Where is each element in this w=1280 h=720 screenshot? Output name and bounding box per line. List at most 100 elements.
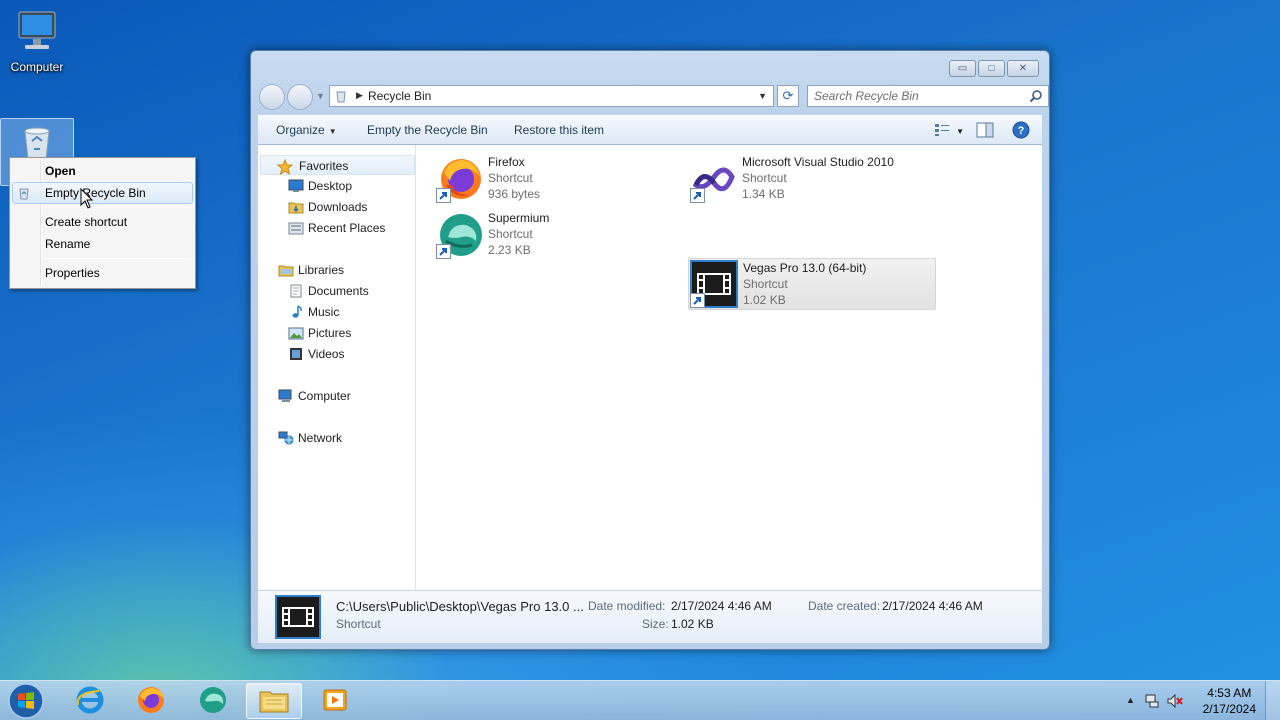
pictures-icon <box>288 326 304 346</box>
details-size-label: Size: <box>642 617 669 631</box>
search-icon[interactable] <box>1029 89 1043 106</box>
details-modified-label: Date modified: <box>588 599 666 613</box>
menu-item-rename[interactable]: Rename <box>12 233 193 255</box>
volume-muted-icon[interactable] <box>1166 693 1184 712</box>
menu-item-empty-recycle-bin[interactable]: Empty Recycle Bin <box>12 182 193 204</box>
taskbar-supermium[interactable] <box>185 683 241 719</box>
show-desktop-button[interactable] <box>1265 681 1280 720</box>
taskbar: ▲ 4:53 AM 2/17/2024 <box>0 680 1280 720</box>
start-button[interactable] <box>6 682 46 720</box>
file-item-supermium[interactable]: Supermium Shortcut 2.23 KB <box>434 209 682 261</box>
nav-label: Music <box>308 305 340 319</box>
system-tray: ▲ 4:53 AM 2/17/2024 <box>1120 681 1280 720</box>
restore-item-button[interactable]: Restore this item <box>514 123 604 137</box>
vegas-pro-icon <box>275 595 321 639</box>
refresh-button[interactable]: ⟳ <box>777 85 799 107</box>
menu-item-label: Rename <box>45 237 91 251</box>
film-strip-icon <box>288 347 304 367</box>
recent-pages-dropdown-icon[interactable]: ▼ <box>316 91 325 101</box>
visual-studio-icon <box>690 155 738 203</box>
shortcut-arrow-icon <box>690 188 705 203</box>
file-item-firefox[interactable]: Firefox Shortcut 936 bytes <box>434 153 682 205</box>
view-options-chevron-icon[interactable]: ▼ <box>956 127 964 136</box>
file-type: Shortcut <box>742 171 787 185</box>
breadcrumb-recycle-bin[interactable]: Recycle Bin <box>368 89 431 103</box>
recent-places-icon <box>288 221 304 241</box>
folder-icon <box>258 686 290 717</box>
navigation-pane: Favorites Desktop Downloads Recent Place… <box>258 145 416 590</box>
view-controls: ▼ ? <box>922 121 1030 142</box>
details-pane: C:\Users\Public\Desktop\Vegas Pro 13.0 .… <box>258 590 1042 643</box>
navigation-bar: ▼ ▶ Recycle Bin ▼ ⟳ <box>259 83 1049 110</box>
organize-button[interactable]: Organize ▼ <box>276 123 337 137</box>
file-item-visual-studio[interactable]: Microsoft Visual Studio 2010 Shortcut 1.… <box>688 153 936 205</box>
close-icon: ✕ <box>1018 63 1028 74</box>
taskbar-windows-explorer[interactable] <box>246 683 302 719</box>
menu-item-properties[interactable]: Properties <box>12 262 193 284</box>
mouse-cursor-icon <box>80 187 94 213</box>
help-icon[interactable]: ? <box>1012 121 1030 142</box>
computer-icon <box>0 8 74 57</box>
file-name: Firefox <box>488 155 525 169</box>
address-bar[interactable]: ▶ Recycle Bin ▼ <box>329 85 774 107</box>
computer-small-icon <box>278 389 294 409</box>
search-box[interactable] <box>807 85 1049 107</box>
downloads-folder-icon <box>288 200 304 220</box>
file-type: Shortcut <box>743 277 788 291</box>
organize-label: Organize <box>276 123 325 137</box>
taskbar-media-app[interactable] <box>307 683 363 719</box>
file-type: Shortcut <box>488 227 533 241</box>
details-modified-value: 2/17/2024 4:46 AM <box>671 599 772 613</box>
svg-text:?: ? <box>1018 125 1025 137</box>
recycle-bin-small-icon <box>17 186 31 206</box>
details-path: C:\Users\Public\Desktop\Vegas Pro 13.0 .… <box>336 599 584 614</box>
nav-label: Computer <box>298 389 351 403</box>
command-bar: Organize ▼ Empty the Recycle Bin Restore … <box>258 115 1042 145</box>
minimize-icon: ▭ <box>957 63 968 74</box>
menu-separator <box>44 258 191 259</box>
desktop-icon <box>288 179 304 199</box>
minimize-button[interactable]: ▭ <box>949 60 976 77</box>
details-created-value: 2/17/2024 4:46 AM <box>882 599 983 613</box>
file-name: Supermium <box>488 211 550 225</box>
clock[interactable]: 4:53 AM 2/17/2024 <box>1203 685 1256 717</box>
menu-item-label: Create shortcut <box>45 215 128 229</box>
nav-label: Recent Places <box>308 221 386 235</box>
empty-recycle-bin-button[interactable]: Empty the Recycle Bin <box>367 123 488 137</box>
search-input[interactable] <box>808 86 1023 106</box>
firefox-icon <box>136 685 166 718</box>
menu-item-create-shortcut[interactable]: Create shortcut <box>12 211 193 233</box>
window-controls: ▭ □ ✕ <box>947 60 1039 77</box>
documents-icon <box>288 284 304 304</box>
address-dropdown-icon[interactable]: ▼ <box>758 91 767 101</box>
desktop-icon-computer[interactable]: Computer <box>0 8 74 74</box>
change-view-icon[interactable] <box>934 123 950 140</box>
menu-item-open[interactable]: Open <box>12 160 193 182</box>
preview-pane-icon[interactable] <box>976 122 994 141</box>
menu-item-label: Open <box>45 164 76 178</box>
forward-button[interactable] <box>287 84 313 110</box>
back-button[interactable] <box>259 84 285 110</box>
details-type: Shortcut <box>336 617 381 631</box>
nav-label: Downloads <box>308 200 368 214</box>
maximize-button[interactable]: □ <box>978 60 1005 77</box>
menu-item-label: Empty Recycle Bin <box>45 186 146 200</box>
nav-label: Videos <box>308 347 345 361</box>
details-created-label: Date created: <box>808 599 881 613</box>
breadcrumb-arrow-icon[interactable]: ▶ <box>356 90 363 101</box>
shortcut-arrow-icon <box>690 293 705 308</box>
nav-item-favorites[interactable]: Favorites <box>260 155 415 176</box>
taskbar-internet-explorer[interactable] <box>62 683 118 719</box>
file-size: 1.02 KB <box>743 293 786 307</box>
explorer-window: ▭ □ ✕ ▼ ▶ Recycle Bin ▼ ⟳ Search Recycle… <box>250 50 1050 650</box>
taskbar-firefox[interactable] <box>123 683 179 719</box>
supermium-icon <box>436 211 484 259</box>
file-name: Microsoft Visual Studio 2010 <box>742 155 894 169</box>
menu-separator <box>44 207 191 208</box>
show-hidden-icons-icon[interactable]: ▲ <box>1126 695 1135 705</box>
close-button[interactable]: ✕ <box>1007 60 1039 77</box>
shortcut-arrow-icon <box>436 244 451 259</box>
media-player-icon <box>321 686 349 717</box>
file-item-vegas-pro[interactable]: Vegas Pro 13.0 (64-bit) Shortcut 1.02 KB <box>688 258 936 310</box>
network-tray-icon[interactable] <box>1144 693 1160 712</box>
